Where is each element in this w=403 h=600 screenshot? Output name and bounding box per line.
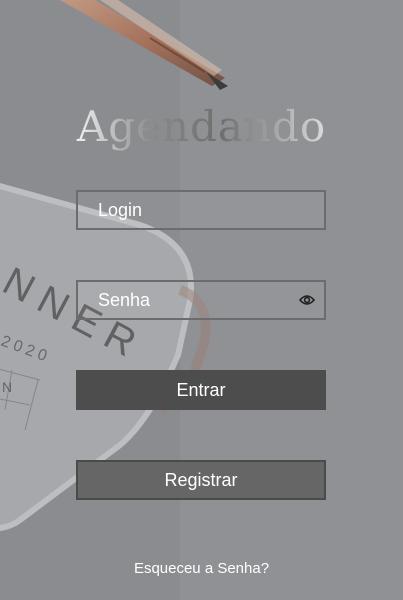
app-title: Agendando [0,102,403,151]
register-button[interactable]: Registrar [76,460,326,500]
planner-letter: N [2,379,12,395]
login-input[interactable] [78,192,324,228]
forgot-password-link[interactable]: Esqueceu a Senha? [0,560,403,577]
password-input[interactable] [78,282,324,318]
login-button[interactable]: Entrar [76,370,326,410]
login-field[interactable] [76,190,326,230]
eye-icon[interactable] [298,293,316,307]
password-field[interactable] [76,280,326,320]
